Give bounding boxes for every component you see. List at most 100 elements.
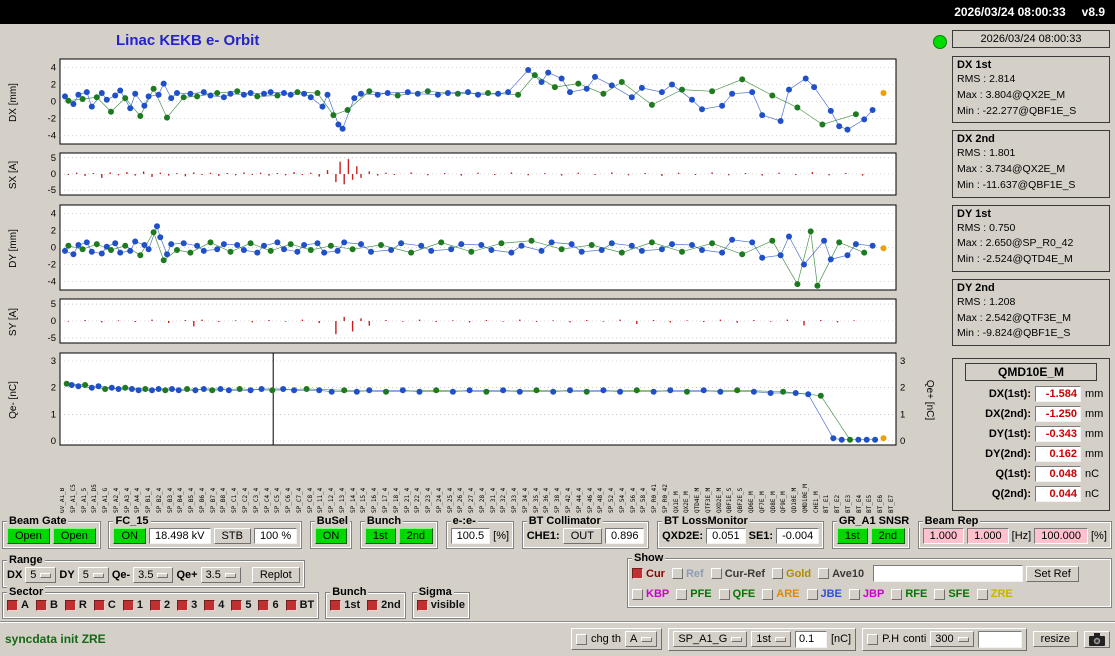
stat-line: RMS : 0.750 [957,221,1016,234]
element-label: SP_C4_4 [263,487,271,513]
range-qem-value: 3.5 [138,569,154,581]
show-check-are[interactable]: ARE [762,588,800,600]
sector-check-5[interactable]: 5 [231,599,251,611]
bunch-1st-button[interactable]: 1st [364,528,396,544]
element-select[interactable]: SP_A1_G [673,631,748,647]
replot-button[interactable]: Replot [251,567,300,583]
show-check-ref-checkbox[interactable] [671,568,683,579]
sector-check-4-checkbox[interactable] [204,599,216,611]
sector-check-6-checkbox[interactable] [258,599,270,611]
show-check-kbp-label: KBP [646,588,670,600]
gr-snsr-2nd-button[interactable]: 2nd [870,528,905,544]
bunch-select[interactable]: 1st [751,631,791,647]
sector-check-b-checkbox[interactable] [35,599,47,611]
ref-name-input[interactable] [873,565,1024,582]
show-check-are-checkbox[interactable] [762,588,774,600]
interval-select[interactable]: 300 [930,631,974,647]
element-label: BT_E2 [834,494,842,513]
resize-button[interactable]: resize [1032,631,1078,647]
ph-checkbox[interactable] [867,633,879,645]
element-label: SP_A2_4 [112,487,120,513]
threshold-input[interactable] [794,630,827,648]
element-label: BT_E1 [823,494,831,513]
show-check-rfe[interactable]: RFE [891,588,927,600]
show-check-sfe[interactable]: SFE [934,588,970,600]
sector-check-bt[interactable]: BT [285,599,314,611]
set-ref-button[interactable]: Set Ref [1026,565,1079,582]
show-check-qfe[interactable]: QFE [718,588,755,600]
sector-check-4[interactable]: 4 [204,599,224,611]
show-check-jbp[interactable]: JBP [848,588,884,600]
fc15-on-button[interactable]: ON [113,528,146,544]
show-check-cur-checkbox[interactable] [632,568,643,579]
sector-check-1[interactable]: 1 [122,599,143,611]
show-check-gold[interactable]: Gold [772,568,811,580]
show-check-sfe-checkbox[interactable] [934,588,946,600]
range-dy-select[interactable]: 5 [77,567,109,583]
sector-check-r-checkbox[interactable] [64,599,76,611]
sector-check-2[interactable]: 2 [149,599,170,611]
bunch-check-2nd[interactable]: 2nd [367,599,401,611]
aux-input[interactable] [977,630,1022,648]
bunch-check-2nd-checkbox[interactable] [367,599,379,611]
show-check-cur[interactable]: Cur [632,568,665,580]
show-check-ave10-checkbox[interactable] [818,568,830,579]
sector-check-5-checkbox[interactable] [231,599,243,611]
sector-check-6[interactable]: 6 [258,599,279,611]
show-check-pfe-checkbox[interactable] [676,588,688,600]
sigma-check-visible-checkbox[interactable] [416,599,428,611]
bunch-check-1st-checkbox[interactable] [330,599,342,611]
show-check-kbp-checkbox[interactable] [632,588,643,600]
show-check-zre[interactable]: ZRE [976,588,1013,600]
range-qep-select[interactable]: 3.5 [200,567,241,583]
sector-check-a-checkbox[interactable] [7,599,18,611]
sector-check-3-checkbox[interactable] [177,599,189,611]
che1-out-button[interactable]: OUT [562,528,602,544]
sector-check-bt-checkbox[interactable] [285,599,297,611]
show-check-cur-ref[interactable]: Cur-Ref [710,568,765,580]
sector-check-2-checkbox[interactable] [149,599,161,611]
range-dx-select[interactable]: 5 [25,567,57,583]
show-check-cur-ref-checkbox[interactable] [710,568,722,579]
chg-th-checkbox[interactable] [576,633,588,645]
element-label: SP_A1_C5 [69,484,77,513]
sector-check-3[interactable]: 3 [177,599,197,611]
busel-on-button[interactable]: ON [314,528,348,544]
show-check-zre-checkbox[interactable] [976,588,988,600]
bunch-check-1st[interactable]: 1st [330,599,360,611]
show-check-ave10[interactable]: Ave10 [818,568,864,580]
sigma-check-visible[interactable]: visible [416,599,465,611]
range-qem-select[interactable]: 3.5 [133,567,174,583]
show-check-jbe-checkbox[interactable] [806,588,818,600]
sector-check-c-checkbox[interactable] [93,599,105,611]
show-check-pfe-label: PFE [690,588,712,600]
element-label: QBF2E_S [737,487,745,513]
show-check-qfe-checkbox[interactable] [718,588,730,600]
chg-th-mode-select[interactable]: A [624,631,658,647]
show-check-rfe-label: RFE [905,588,928,600]
sector-check-1-checkbox[interactable] [122,599,134,611]
sector-check-r[interactable]: R [64,599,87,611]
beam-gate-open-2-button[interactable]: Open [52,528,96,544]
beam-gate-open-1-button[interactable]: Open [7,528,50,544]
bunch-2nd-button[interactable]: 2nd [398,528,433,544]
snapshot-button[interactable] [1084,630,1110,648]
svg-text:3: 3 [51,356,56,367]
ee-ratio-field: 100.5 [450,528,491,544]
sector-check-c[interactable]: C [93,599,116,611]
show-check-pfe[interactable]: PFE [676,588,712,600]
show-check-gold-checkbox[interactable] [772,568,784,579]
element-label: SP_28_4 [478,487,486,513]
svg-text:Qe- [nC]: Qe- [nC] [8,381,19,419]
show-check-rfe-checkbox[interactable] [891,588,903,600]
qmd-row: DY(2nd): 0.162 mm [957,446,1105,462]
show-check-jbp-checkbox[interactable] [848,588,860,600]
show-check-jbe[interactable]: JBE [806,588,842,600]
sector-check-a[interactable]: A [7,599,29,611]
gr-snsr-1st-button[interactable]: 1st [836,528,868,544]
range-qep-value: 3.5 [205,569,221,581]
sector-check-b[interactable]: B [35,599,58,611]
fc15-stb-button[interactable]: STB [213,528,251,544]
show-check-kbp[interactable]: KBP [632,588,669,600]
show-check-ref[interactable]: Ref [671,568,704,580]
